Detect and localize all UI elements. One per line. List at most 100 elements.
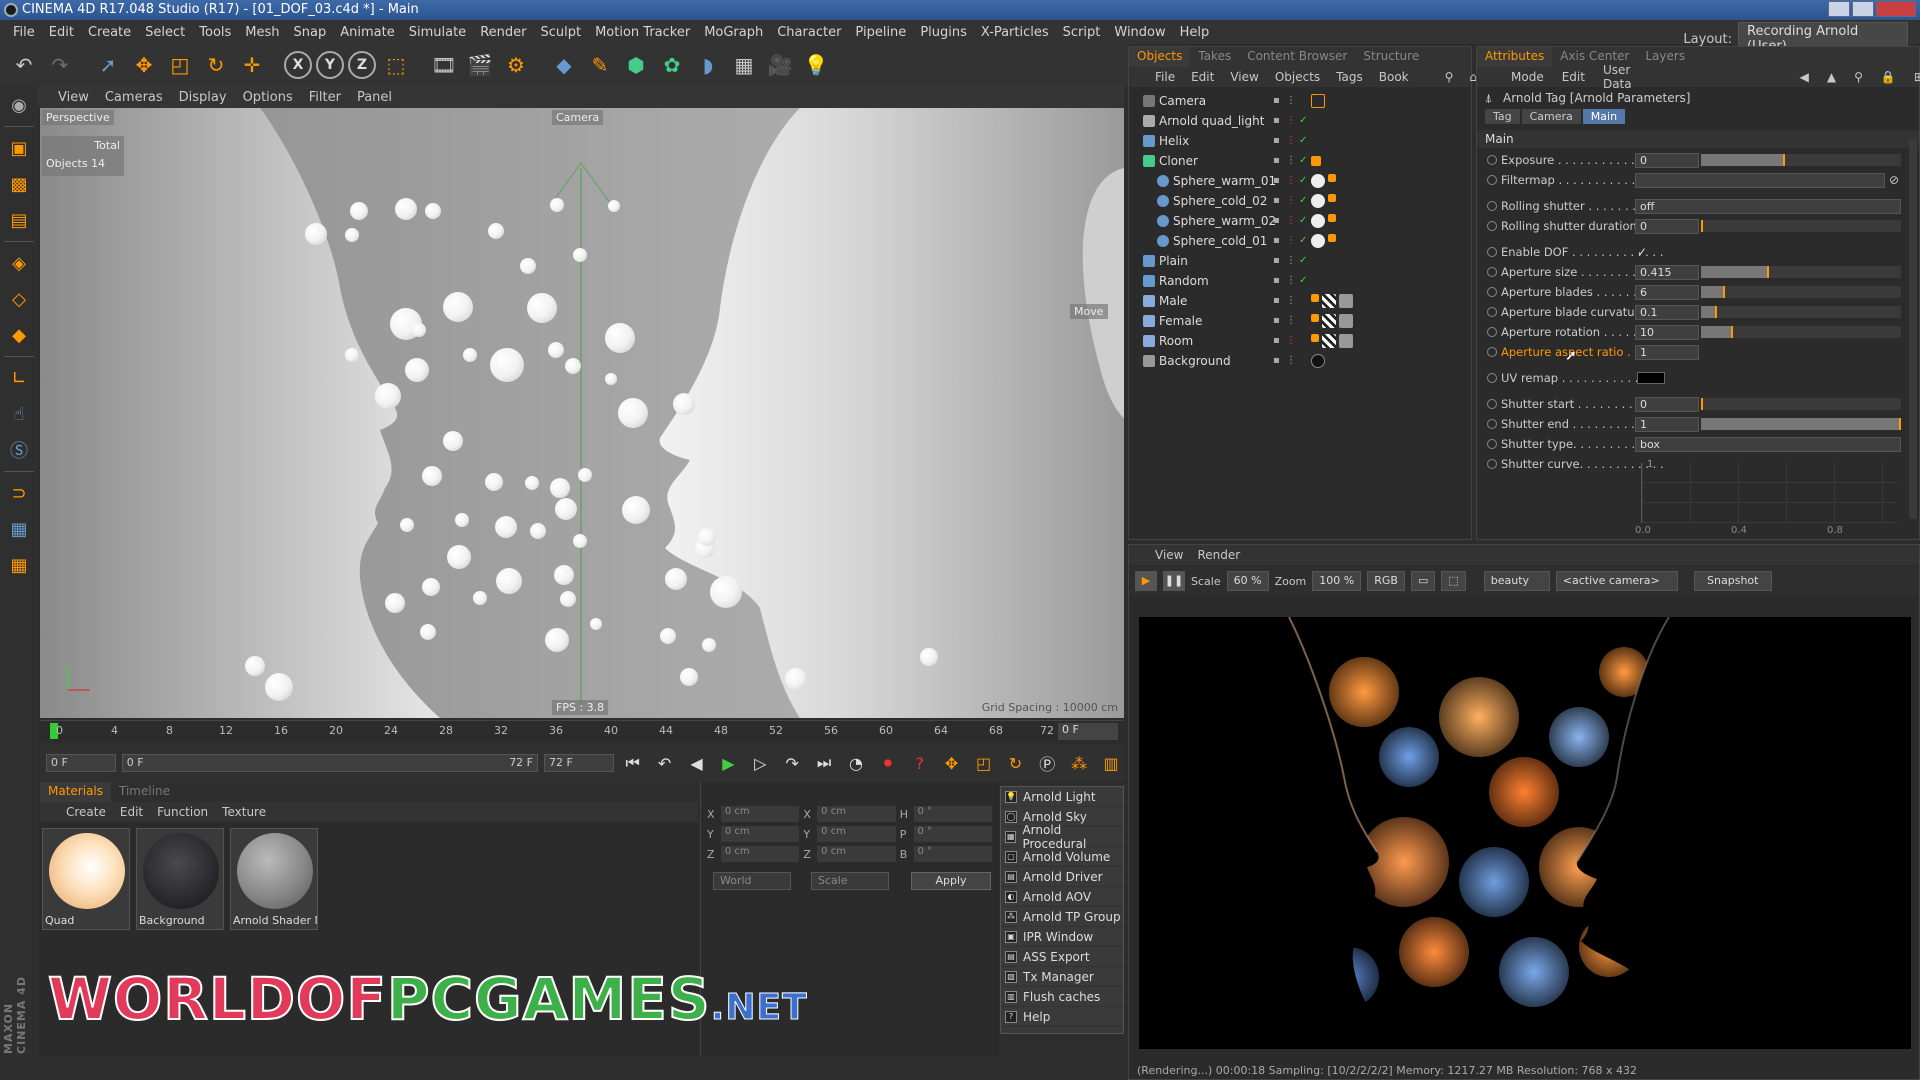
param-value-field[interactable]: 1 (1635, 416, 1699, 432)
material-tag-icon[interactable] (1311, 174, 1325, 188)
coordinate-system-icon[interactable]: ⬚ (380, 49, 412, 81)
menu-motion-tracker[interactable]: Motion Tracker (588, 25, 697, 40)
go-to-next-key-icon[interactable]: ↷ (779, 750, 805, 776)
param-slider[interactable] (1701, 306, 1901, 318)
material-menu-edit[interactable]: Edit (120, 805, 143, 819)
visibility-flags[interactable]: ▪ ⋮ ✓ (1273, 116, 1309, 126)
material-swatch-arnold-shader[interactable]: Arnold Shader N (230, 828, 318, 930)
param-slider[interactable] (1701, 154, 1901, 166)
lock-icon[interactable]: 🔒 (1881, 70, 1896, 84)
subtab-camera[interactable]: Camera (1521, 109, 1581, 124)
key-scale-icon[interactable]: ◰ (971, 750, 997, 776)
render-picture-viewer-icon[interactable]: 🎬 (464, 49, 496, 81)
go-to-previous-frame-icon[interactable]: ◀ (684, 750, 710, 776)
deformer-icon[interactable]: ◗ (692, 49, 724, 81)
3d-viewport[interactable]: Perspective Camera Total Objects 14 Move… (40, 108, 1124, 718)
visibility-flags[interactable]: ▪ ⋮ ✓ (1273, 196, 1309, 206)
menu-tools[interactable]: Tools (192, 25, 238, 40)
material-tag-icon[interactable] (1339, 334, 1353, 348)
model-mode-icon[interactable]: ▣ (4, 133, 34, 163)
render-settings-icon[interactable]: ⚙ (500, 49, 532, 81)
attribute-scrollbar[interactable] (1909, 139, 1917, 519)
points-mode-icon[interactable]: ◈ (4, 248, 34, 278)
object-row[interactable]: Arnold quad_light ▪ ⋮ ✓ (1129, 111, 1471, 131)
arnold-menu-item[interactable]: ▧ Tx Manager (1001, 967, 1123, 987)
key-parameter-icon[interactable]: Ⓟ (1034, 750, 1060, 776)
redo-icon[interactable]: ↷ (44, 49, 76, 81)
rotation-b-field[interactable]: 0 ° (913, 846, 993, 862)
texture-tag-icon[interactable] (1322, 334, 1336, 348)
arnold-menu-item[interactable]: ? Help (1001, 1007, 1123, 1027)
menu-sculpt[interactable]: Sculpt (533, 25, 588, 40)
go-to-end-icon[interactable]: ⏭ (811, 750, 837, 776)
light-object-icon[interactable]: 💡 (800, 49, 832, 81)
animation-radio[interactable] (1487, 221, 1497, 231)
new-panel-icon[interactable]: ⊞ (1914, 70, 1920, 84)
texture-tag-icon[interactable] (1322, 314, 1336, 328)
arnold-tag-icon[interactable] (1311, 334, 1319, 342)
axis-mode-icon[interactable]: ∟ (4, 363, 34, 393)
position-z-field[interactable]: 0 cm (720, 846, 800, 862)
render-menu-view[interactable]: View (1155, 548, 1183, 562)
timeline-ruler[interactable]: 0 4 8 12 16 20 24 28 32 36 40 44 48 52 5… (40, 720, 1124, 742)
object-row[interactable]: Camera ▪ ⋮ (1129, 91, 1471, 111)
visibility-flags[interactable]: ▪ ⋮ ✓ (1273, 276, 1309, 286)
arnold-menu-item[interactable]: ◐ Arnold AOV (1001, 887, 1123, 907)
uv-remap-color-swatch[interactable] (1637, 372, 1665, 384)
solo-mode-icon[interactable]: Ⓢ (4, 435, 34, 465)
menu-help[interactable]: Help (1173, 25, 1217, 40)
size-y-field[interactable]: 0 cm (817, 826, 896, 842)
animation-radio[interactable] (1487, 347, 1497, 357)
material-tag-icon[interactable] (1311, 354, 1325, 368)
animation-radio[interactable] (1487, 399, 1497, 409)
arnold-menu-item[interactable]: ▥ Flush caches (1001, 987, 1123, 1007)
material-swatch-quad[interactable]: Quad (42, 828, 130, 930)
position-y-field[interactable]: 0 cm (720, 826, 800, 842)
visibility-flags[interactable]: ▪ ⋮ ✓ (1273, 136, 1309, 146)
polygons-mode-icon[interactable]: ◆ (4, 320, 34, 350)
arnold-menu-item[interactable]: ▢ Arnold Volume (1001, 847, 1123, 867)
object-row[interactable]: Plain ▪ ⋮ ✓ (1129, 251, 1471, 271)
viewport-menu-panel[interactable]: Panel (357, 90, 392, 105)
shutter-type-dropdown[interactable]: box (1635, 436, 1901, 452)
param-value-field[interactable]: 0.1 (1635, 304, 1699, 320)
menu-mesh[interactable]: Mesh (238, 25, 286, 40)
go-to-next-frame-icon[interactable]: ▷ (747, 750, 773, 776)
param-slider[interactable] (1701, 266, 1901, 278)
rendered-image[interactable] (1139, 617, 1911, 1049)
mograph-tag-icon[interactable] (1311, 156, 1321, 166)
arnold-menu-item[interactable]: 💡 Arnold Light (1001, 787, 1123, 807)
param-slider[interactable] (1701, 326, 1901, 338)
animation-radio[interactable] (1487, 419, 1497, 429)
tweak-mode-icon[interactable]: ☝ (4, 399, 34, 429)
object-row[interactable]: Female ▪ ⋮ (1129, 311, 1471, 331)
animation-radio[interactable] (1487, 155, 1497, 165)
tab-objects[interactable]: Objects (1129, 47, 1191, 67)
object-row[interactable]: Male ▪ ⋮ (1129, 291, 1471, 311)
viewport-menu-display[interactable]: Display (179, 90, 227, 105)
arnold-tag-icon[interactable] (1328, 174, 1336, 182)
object-row[interactable]: Room ▪ ⋮ (1129, 331, 1471, 351)
object-row[interactable]: Sphere_warm_01 ▪ ⋮ ✓ (1129, 171, 1471, 191)
object-menu-tags[interactable]: Tags (1336, 70, 1363, 84)
shutter-curve-graph[interactable] (1641, 463, 1897, 523)
animation-radio[interactable] (1487, 327, 1497, 337)
play-forward-icon[interactable]: ▶ (715, 750, 741, 776)
attribute-menu-edit[interactable]: Edit (1562, 70, 1585, 84)
snap-enable-icon[interactable]: ⊃ (4, 478, 34, 508)
arnold-tag-icon[interactable] (1311, 94, 1325, 108)
workplane-lock-icon[interactable]: ▦ (4, 514, 34, 544)
region-render-icon[interactable]: ▭ (1410, 571, 1436, 591)
visibility-flags[interactable]: ▪ ⋮ (1273, 316, 1296, 326)
menu-edit[interactable]: Edit (42, 25, 81, 40)
motion-clip-icon[interactable]: ◔ (843, 750, 869, 776)
animation-radio[interactable] (1487, 439, 1497, 449)
material-tag-icon[interactable] (1311, 214, 1325, 228)
subtab-main[interactable]: Main (1582, 109, 1626, 124)
back-arrow-icon[interactable]: ◀ (1800, 70, 1809, 84)
x-axis-lock-icon[interactable]: X (284, 51, 312, 79)
z-axis-lock-icon[interactable]: Z (348, 51, 376, 79)
object-row[interactable]: Cloner ▪ ⋮ ✓ (1129, 151, 1471, 171)
rotate-tool-icon[interactable]: ↻ (200, 49, 232, 81)
visibility-flags[interactable]: ▪ ⋮ ✓ (1273, 216, 1309, 226)
